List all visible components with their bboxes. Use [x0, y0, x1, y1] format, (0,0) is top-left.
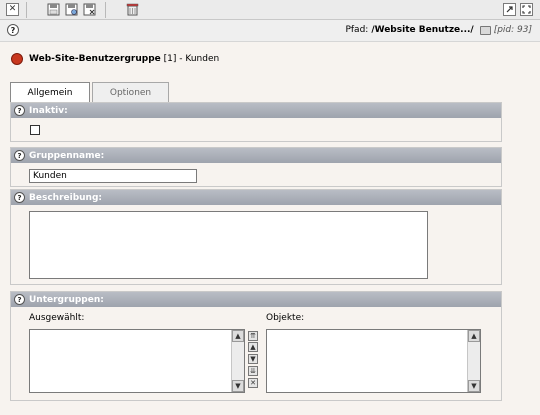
move-down-button[interactable]: ▼: [248, 354, 258, 364]
tab-allgemein[interactable]: Allgemein: [10, 82, 90, 102]
save-icon[interactable]: [47, 3, 60, 16]
help-icon[interactable]: ?: [14, 105, 25, 116]
path-value: /Website Benutze.../: [371, 25, 474, 35]
save-close-icon[interactable]: [83, 3, 96, 16]
help-icon[interactable]: ?: [14, 192, 25, 203]
field-untergruppen-header: ? Untergruppen:: [11, 292, 501, 307]
doc-toolbar: ✕: [0, 0, 540, 20]
scroll-up-button[interactable]: ▲: [468, 330, 480, 342]
pid-label: [pid: 93]: [493, 25, 532, 35]
field-inaktiv-label: Inaktiv:: [29, 105, 68, 116]
beschreibung-textarea[interactable]: [29, 211, 428, 279]
record-uid: [1]: [163, 54, 177, 64]
selected-listbox[interactable]: ▲ ▼: [29, 329, 245, 393]
path-label: Pfad:: [345, 25, 369, 35]
field-untergruppen-label: Untergruppen:: [29, 294, 104, 305]
field-gruppenname-header: ? Gruppenname:: [11, 148, 501, 163]
tab-bar: Allgemein Optionen: [10, 82, 169, 102]
remove-item-button[interactable]: ✕: [248, 378, 258, 388]
field-beschreibung-header: ? Beschreibung:: [11, 190, 501, 205]
help-icon[interactable]: ?: [7, 24, 19, 36]
field-inaktiv-header: ? Inaktiv:: [11, 103, 501, 118]
move-bottom-button[interactable]: ⇊: [248, 366, 258, 376]
tab-optionen[interactable]: Optionen: [92, 82, 169, 102]
help-icon[interactable]: ?: [14, 150, 25, 161]
field-inaktiv: ? Inaktiv:: [10, 102, 502, 142]
record-title: Kunden: [185, 54, 220, 64]
open-new-window-icon[interactable]: [503, 3, 516, 16]
selected-scrollbar[interactable]: ▲ ▼: [231, 330, 244, 392]
save-view-icon[interactable]: [65, 3, 78, 16]
usergroup-icon: [11, 53, 23, 65]
selected-label: Ausgewählt:: [29, 313, 85, 323]
scroll-down-button[interactable]: ▼: [232, 380, 244, 392]
record-header: Web-Site-Benutzergruppe [1] - Kunden: [11, 53, 219, 65]
objects-label: Objekte:: [266, 313, 305, 323]
inaktiv-checkbox[interactable]: [30, 125, 40, 135]
record-separator: -: [179, 54, 183, 64]
delete-icon[interactable]: [126, 3, 139, 16]
record-type: Web-Site-Benutzergruppe: [29, 54, 161, 64]
toolbar-divider: [26, 2, 27, 18]
objects-listbox[interactable]: ▲ ▼: [266, 329, 481, 393]
record-path: Pfad: /Website Benutze.../ [pid: 93]: [345, 25, 532, 35]
path-bar: ? Pfad: /Website Benutze.../ [pid: 93]: [0, 20, 540, 42]
folder-icon: [479, 25, 491, 35]
fullscreen-icon[interactable]: [520, 3, 533, 16]
toolbar-divider: [105, 2, 106, 18]
gruppenname-input[interactable]: Kunden: [29, 169, 197, 183]
help-icon[interactable]: ?: [14, 294, 25, 305]
objects-scrollbar[interactable]: ▲ ▼: [467, 330, 480, 392]
move-up-button[interactable]: ▲: [248, 342, 258, 352]
close-icon[interactable]: ✕: [6, 3, 19, 16]
move-top-button[interactable]: ⇈: [248, 331, 258, 341]
scroll-down-button[interactable]: ▼: [468, 380, 480, 392]
scroll-up-button[interactable]: ▲: [232, 330, 244, 342]
field-gruppenname-label: Gruppenname:: [29, 150, 105, 161]
field-beschreibung-label: Beschreibung:: [29, 192, 102, 203]
